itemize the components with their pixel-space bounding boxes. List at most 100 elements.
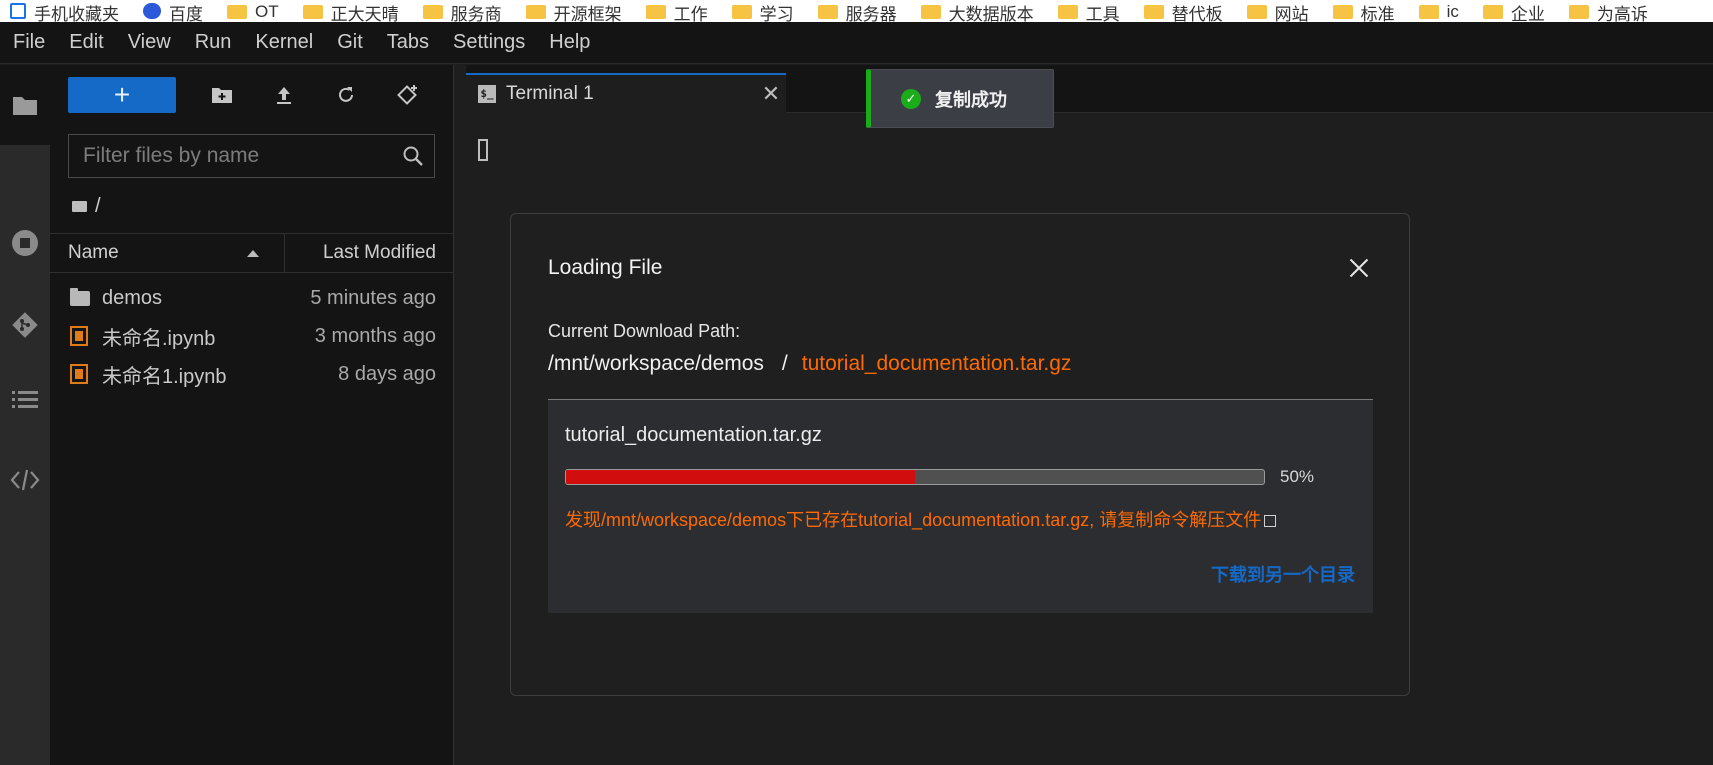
folder-icon [1246, 5, 1267, 19]
notebook-icon [70, 364, 88, 384]
menu-tabs[interactable]: Tabs [387, 31, 429, 54]
bookmark-label: OT [255, 2, 279, 21]
bookmark-item[interactable]: 工具 [1048, 0, 1134, 22]
activity-git[interactable] [0, 290, 50, 360]
bookmark-item[interactable]: ic [1409, 0, 1473, 22]
activity-bar [0, 65, 50, 765]
folder-icon [920, 5, 941, 19]
folder-icon [1143, 5, 1164, 19]
toast-message: 复制成功 [935, 89, 1007, 110]
file-row-demos[interactable]: demos 5 minutes ago [50, 279, 454, 317]
folder-icon [422, 5, 443, 19]
activity-toc[interactable] [0, 365, 50, 435]
bookmark-item[interactable]: OT [217, 0, 293, 22]
folder-icon [1418, 5, 1439, 19]
bookmark-label: 正大天晴 [330, 4, 399, 23]
download-path-separator: / [781, 352, 788, 375]
activity-property-inspector[interactable] [0, 445, 50, 515]
tab-terminal-1[interactable]: $_ Terminal 1 ✕ [466, 73, 786, 113]
refresh-button[interactable] [330, 79, 362, 111]
bookmark-item[interactable]: 大数据版本 [911, 0, 1048, 22]
bookmarks-bar: 手机收藏夹 百度 OT 正大天晴 服务商 开源框架 工作 学习 服务器 大数据版本 工具 替代板 网站 标… [0, 0, 1713, 22]
download-path-file: tutorial_documentation.tar.gz [801, 352, 1072, 375]
bookmark-item[interactable]: 服务商 [413, 0, 516, 22]
bookmark-label: 企业 [1510, 4, 1545, 23]
bookmark-label: 工具 [1085, 4, 1120, 23]
bookmark-item[interactable]: 服务器 [808, 0, 911, 22]
activity-file-browser[interactable] [0, 65, 50, 145]
progress-file-name: tutorial_documentation.tar.gz [565, 424, 822, 446]
code-icon [10, 469, 40, 491]
new-folder-button[interactable] [206, 79, 238, 111]
menu-run[interactable]: Run [195, 31, 232, 54]
bookmark-item[interactable]: 开源框架 [516, 0, 636, 22]
bookmark-item[interactable]: 百度 [133, 0, 217, 22]
file-row-untitled-notebook[interactable]: 未命名.ipynb 3 months ago [50, 317, 454, 355]
download-to-another-directory-link[interactable]: 下载到另一个目录 [1211, 561, 1355, 587]
bookmark-label: 服务器 [845, 4, 897, 23]
filter-files-input[interactable] [69, 144, 389, 168]
stop-circle-icon [12, 230, 38, 256]
menu-file[interactable]: File [13, 31, 45, 54]
download-progress-fill [566, 470, 915, 484]
menu-edit[interactable]: Edit [69, 31, 103, 54]
close-tab-icon[interactable]: ✕ [756, 81, 786, 107]
folder-icon [1057, 5, 1078, 19]
column-header-last-modified[interactable]: Last Modified [285, 242, 454, 264]
bookmark-item[interactable]: 标准 [1323, 0, 1409, 22]
bookmark-label: 学习 [759, 4, 794, 23]
upload-icon [277, 87, 291, 104]
menu-help[interactable]: Help [549, 31, 590, 54]
folder-icon [1482, 5, 1503, 19]
bookmark-label: ic [1446, 2, 1459, 21]
tab-label: Terminal 1 [506, 83, 594, 104]
git-icon [12, 312, 38, 338]
bookmark-label: 替代板 [1171, 4, 1223, 23]
activity-running[interactable] [0, 208, 50, 278]
loading-file-dialog: Loading File Current Download Path: /mnt… [510, 213, 1410, 696]
progress-percent: 50% [1280, 467, 1315, 486]
bookmark-item[interactable]: 工作 [636, 0, 722, 22]
git-clone-button[interactable] [392, 79, 424, 111]
paw-icon [143, 3, 161, 19]
bookmark-item[interactable]: 学习 [722, 0, 808, 22]
file-name: 未命名.ipynb [102, 327, 216, 350]
bookmark-label: 为高诉 [1596, 4, 1648, 23]
new-launcher-button[interactable]: + [68, 77, 176, 113]
bookmark-item[interactable]: 替代板 [1134, 0, 1237, 22]
breadcrumb-folder-icon[interactable] [72, 201, 87, 212]
git-clone-icon [397, 85, 417, 105]
folder-icon [645, 5, 666, 19]
menu-kernel[interactable]: Kernel [255, 31, 313, 54]
terminal-icon: $_ [478, 85, 496, 103]
copy-success-toast: ✓ 复制成功 [866, 69, 1054, 128]
download-path-dir: /mnt/workspace/demos [548, 352, 764, 375]
bookmark-item[interactable]: 正大天晴 [293, 0, 413, 22]
file-browser-toolbar: + [68, 77, 424, 113]
folder-icon [731, 5, 752, 19]
bookmark-label: 大数据版本 [948, 4, 1034, 23]
terminal-cursor[interactable] [478, 139, 488, 161]
bookmark-item[interactable]: 为高诉 [1559, 0, 1662, 22]
close-icon[interactable] [1345, 254, 1373, 282]
breadcrumb-root[interactable]: / [95, 195, 101, 218]
search-icon[interactable] [402, 145, 424, 167]
bookmark-item[interactable]: 企业 [1473, 0, 1559, 22]
upload-button[interactable] [268, 79, 300, 111]
bookmark-label: 服务商 [450, 4, 502, 23]
bookmark-item[interactable]: 手机收藏夹 [0, 0, 133, 22]
download-progress-panel: tutorial_documentation.tar.gz 50% 发现/mnt… [548, 399, 1373, 613]
menu-view[interactable]: View [128, 31, 171, 54]
file-modified: 5 minutes ago [310, 286, 436, 309]
file-row-untitled1-notebook[interactable]: 未命名1.ipynb 8 days ago [50, 355, 454, 393]
column-header-name[interactable]: Name [50, 233, 285, 273]
new-folder-icon [212, 88, 232, 103]
bookmark-item[interactable]: 网站 [1237, 0, 1323, 22]
check-circle-icon: ✓ [901, 88, 921, 109]
copy-icon[interactable] [1264, 515, 1277, 527]
menu-settings[interactable]: Settings [453, 31, 525, 54]
bookmark-label: 手机收藏夹 [34, 4, 119, 23]
page-icon [10, 3, 26, 19]
menu-git[interactable]: Git [337, 31, 363, 54]
file-exists-warning[interactable]: 发现/mnt/workspace/demos下已存在tutorial_docum… [565, 506, 1277, 532]
